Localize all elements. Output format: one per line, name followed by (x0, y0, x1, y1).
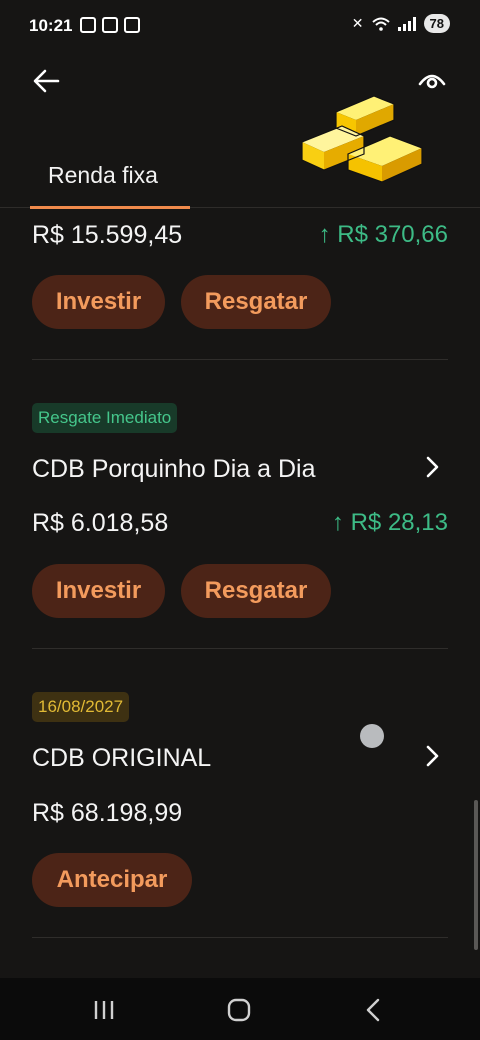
status-bar: 10:21 ✕ 78 (0, 0, 480, 52)
divider (32, 648, 448, 649)
mute-icon: ✕ (351, 15, 364, 31)
home-icon[interactable] (219, 990, 259, 1030)
investment-gain: ↑ R$ 370,66 (318, 221, 448, 248)
nav-back-icon[interactable] (354, 990, 394, 1030)
investment-amount: R$ 15.599,45 (32, 221, 183, 249)
touch-indicator (360, 724, 384, 748)
divider (32, 937, 448, 938)
tab-bar: Renda fixa (0, 150, 480, 209)
chevron-right-icon[interactable] (420, 741, 446, 771)
notification-icons (80, 17, 140, 33)
investment-gain: ↑ R$ 28,13 (331, 509, 448, 536)
signal-icon (397, 16, 416, 31)
chevron-right-icon[interactable] (420, 452, 446, 482)
wifi-icon (371, 17, 390, 31)
tab-active-indicator (30, 206, 190, 209)
investment-title[interactable]: CDB Porquinho Dia a Dia (32, 455, 315, 484)
invest-button[interactable]: Investir (32, 564, 165, 618)
investment-amount: R$ 68.198,99 (32, 799, 183, 827)
redeem-button[interactable]: Resgatar (181, 564, 331, 618)
system-nav-bar (0, 978, 480, 1040)
liquidity-badge: Resgate Imediato (32, 403, 178, 433)
battery-indicator: 78 (423, 14, 450, 33)
redeem-button[interactable]: Resgatar (181, 275, 331, 329)
divider (32, 359, 448, 360)
recents-icon[interactable] (84, 990, 124, 1030)
investment-title[interactable]: CDB ORIGINAL (32, 744, 211, 773)
maturity-badge: 16/08/2027 (32, 692, 130, 722)
tab-label: Renda fixa (48, 162, 158, 188)
anticipate-button[interactable]: Antecipar (32, 853, 192, 907)
screen-record-icon (80, 17, 96, 33)
arrow-left-icon[interactable] (28, 62, 68, 102)
invest-button[interactable]: Investir (32, 275, 165, 329)
screenshot-icon (124, 17, 140, 33)
investment-amount: R$ 6.018,58 (32, 509, 169, 537)
scrollbar[interactable] (474, 800, 478, 950)
status-time: 10:21 (29, 16, 73, 35)
media-icon (102, 17, 118, 33)
tab-renda-fixa[interactable]: Renda fixa (30, 150, 190, 209)
system-icons: ✕ 78 (352, 14, 450, 33)
